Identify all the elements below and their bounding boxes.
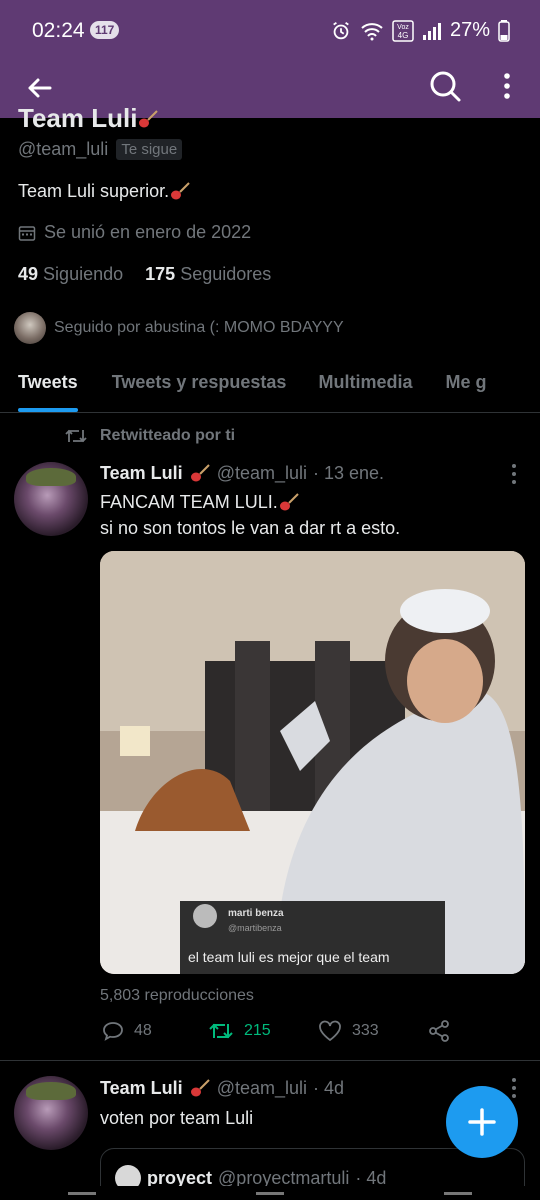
status-bar: 02:24 117 Voz 4G 27% — [0, 0, 540, 62]
tweet-video[interactable]: marti benza @martibenza el team luli es … — [100, 551, 525, 974]
heart-icon — [319, 1020, 341, 1042]
following-link[interactable]: 49 Siguiendo — [18, 264, 123, 285]
compose-tweet-button[interactable] — [446, 1086, 518, 1158]
embedded-tweet-overlay: marti benza @martibenza el team luli es … — [180, 901, 445, 974]
tab-likes[interactable]: Me g — [445, 358, 486, 412]
author-name[interactable]: Team Luli — [100, 1078, 183, 1099]
overlay-handle: @martibenza — [228, 923, 282, 933]
battery-icon — [498, 19, 510, 42]
retweet-icon — [209, 1023, 233, 1039]
follower-avatar — [14, 312, 46, 344]
alarm-icon — [333, 21, 349, 39]
tweet-more-icon[interactable] — [504, 460, 524, 488]
tweet-text: FANCAM TEAM LULI. si no son tontos le va… — [100, 492, 401, 538]
tweet-divider — [0, 1060, 540, 1061]
profile-name: Team Luli — [18, 104, 159, 128]
svg-text:4G: 4G — [398, 31, 409, 40]
volte-icon: Voz4G — [392, 19, 414, 42]
status-time: 02:24 — [32, 19, 85, 42]
tab-media[interactable]: Multimedia — [318, 358, 412, 412]
overlay-name: marti benza — [228, 908, 284, 919]
guitar-emoji-icon — [190, 463, 210, 481]
battery-percent: 27% — [449, 19, 490, 41]
profile-handle-row: @team_luli Te sigue — [18, 139, 183, 160]
profile-handle: @team_luli — [18, 139, 109, 159]
author-handle[interactable]: @team_luli — [217, 1078, 307, 1099]
tweet-text: voten por team Luli — [100, 1108, 254, 1128]
guitar-emoji-icon — [279, 493, 299, 511]
joined-date: Se unió en enero de 2022 — [18, 222, 251, 243]
profile-bio: Team Luli superior. — [18, 181, 191, 202]
wifi-icon — [361, 22, 383, 40]
tweet-header: Team Luli @team_luli · 4d — [100, 1078, 344, 1099]
search-icon[interactable] — [425, 66, 465, 106]
retweet-button[interactable]: 215 — [208, 1020, 271, 1042]
reply-icon — [103, 1022, 123, 1041]
retweeted-by: Retwitteado por ti — [64, 427, 235, 445]
guitar-emoji-icon — [171, 182, 190, 200]
status-right: Voz 4G 27% — [330, 19, 510, 42]
back-arrow-icon[interactable] — [20, 68, 60, 108]
tweet-date: · 13 ene. — [313, 463, 385, 483]
share-icon — [429, 1020, 449, 1042]
system-nav-bar — [0, 1186, 540, 1200]
more-vertical-icon[interactable] — [492, 66, 522, 106]
svg-text:Voz: Voz — [397, 24, 409, 31]
calendar-icon — [18, 225, 36, 241]
tab-tweets-replies[interactable]: Tweets y respuestas — [112, 358, 287, 412]
guitar-emoji-icon — [190, 1078, 210, 1096]
tweet-actions: 48 215 333 — [100, 1020, 460, 1048]
like-button[interactable]: 333 — [318, 1020, 379, 1042]
guitar-emoji-icon — [139, 110, 159, 128]
author-name[interactable]: Team Luli — [100, 463, 183, 484]
signal-icon — [422, 22, 441, 40]
profile-tabs: Tweets Tweets y respuestas Multimedia Me… — [0, 358, 540, 413]
tab-tweets[interactable]: Tweets — [18, 358, 78, 412]
reply-button[interactable]: 48 — [102, 1020, 152, 1042]
nav-handle-icon — [68, 1192, 472, 1195]
tweet-header: Team Luli @team_luli · 13 ene. — [100, 463, 384, 484]
plus-icon — [468, 1108, 496, 1136]
follows-you-badge: Te sigue — [116, 139, 183, 160]
share-button[interactable] — [428, 1020, 450, 1042]
retweet-icon — [65, 429, 87, 443]
avatar[interactable] — [14, 1076, 88, 1150]
author-handle[interactable]: @team_luli — [217, 463, 307, 484]
notification-count-badge: 117 — [90, 21, 120, 39]
followed-by-row[interactable]: Seguido por abustina (: MOMO BDAYYY — [14, 312, 344, 344]
avatar[interactable] — [14, 462, 88, 536]
follow-counts: 49 Siguiendo 175 Seguidores — [18, 264, 271, 285]
view-count: 5,803 reproducciones — [100, 987, 254, 1004]
tweet-date: · 4d — [313, 1078, 345, 1098]
followers-link[interactable]: 175 Seguidores — [145, 264, 271, 285]
overlay-text: el team luli es mejor que el team — [188, 949, 390, 965]
